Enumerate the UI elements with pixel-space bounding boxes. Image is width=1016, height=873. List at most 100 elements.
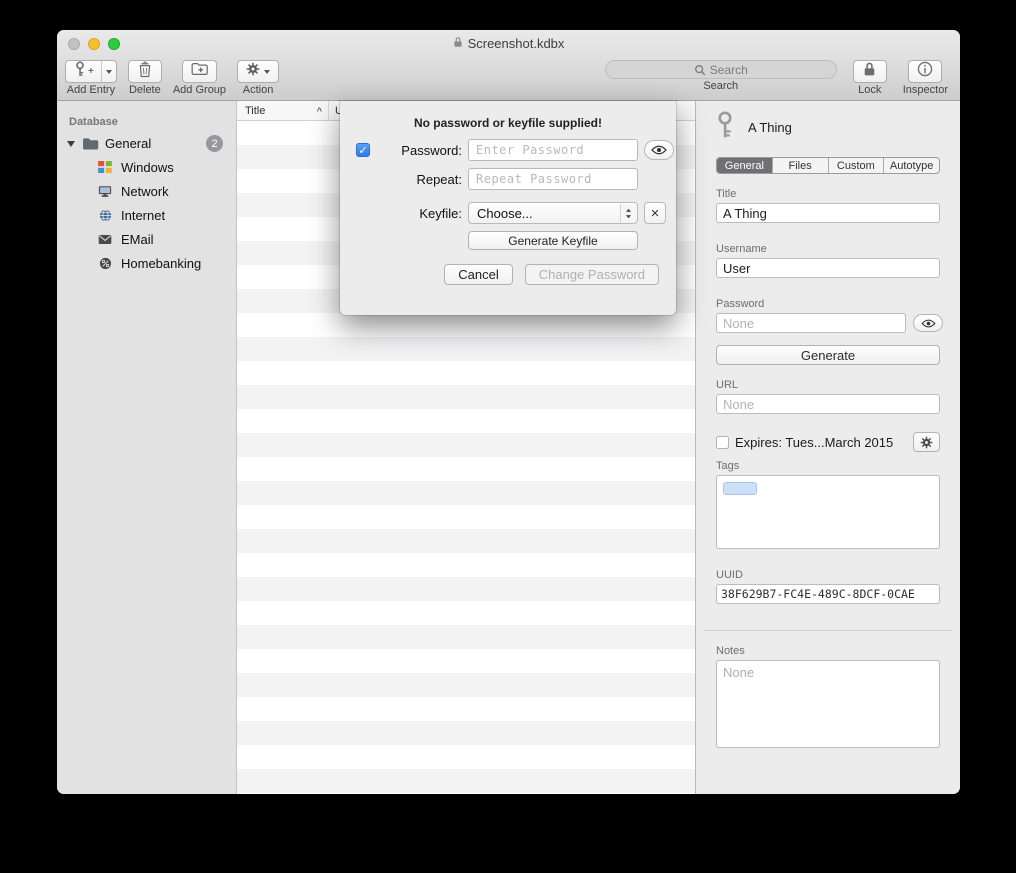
password-label: Password: xyxy=(380,143,462,158)
search-icon xyxy=(694,64,706,76)
toolbar: + Add Entry Delete Add Group xyxy=(57,57,960,101)
sidebar-item-email[interactable]: EMail xyxy=(57,227,236,251)
titlebar[interactable]: Screenshot.kdbx xyxy=(57,30,960,57)
zoom-button[interactable] xyxy=(108,38,120,50)
reveal-password-button[interactable] xyxy=(644,140,674,160)
sidebar-item-label: EMail xyxy=(121,232,154,247)
password-input[interactable] xyxy=(468,139,638,161)
column-label: Title xyxy=(245,105,265,117)
sidebar-item-network[interactable]: Network xyxy=(57,179,236,203)
action-button[interactable] xyxy=(237,60,279,83)
title-field[interactable] xyxy=(716,203,940,223)
monitor-icon xyxy=(97,185,113,198)
tab-custom[interactable]: Custom xyxy=(829,158,885,173)
action-label: Action xyxy=(243,84,274,96)
inspector-button[interactable] xyxy=(908,60,942,83)
envelope-icon xyxy=(97,234,113,245)
sidebar-item-label: Windows xyxy=(121,160,174,175)
delete-label: Delete xyxy=(129,84,161,96)
plus-icon: + xyxy=(88,67,94,77)
info-icon xyxy=(917,61,933,82)
window-title: Screenshot.kdbx xyxy=(468,36,565,51)
expires-row: Expires: Tues...March 2015 xyxy=(716,432,940,452)
cancel-button[interactable]: Cancel xyxy=(444,264,512,285)
tab-files[interactable]: Files xyxy=(773,158,829,173)
url-label: URL xyxy=(716,379,940,391)
toolbar-item-add-entry: + Add Entry xyxy=(65,60,117,96)
sidebar-item-label: Homebanking xyxy=(121,256,201,271)
generate-keyfile-button[interactable]: Generate Keyfile xyxy=(468,231,638,250)
keyfile-label: Keyfile: xyxy=(380,206,462,221)
inspector-divider xyxy=(704,630,952,631)
sidebar: Database General 2 Windows Network xyxy=(57,101,237,794)
minimize-button[interactable] xyxy=(88,38,100,50)
username-field[interactable] xyxy=(716,258,940,278)
url-field[interactable] xyxy=(716,394,940,414)
notes-field[interactable]: None xyxy=(716,660,940,748)
tab-general[interactable]: General xyxy=(717,158,773,173)
add-group-button[interactable] xyxy=(182,60,217,83)
generate-password-button[interactable]: Generate xyxy=(716,345,940,365)
username-label: Username xyxy=(716,243,940,255)
sidebar-item-windows[interactable]: Windows xyxy=(57,155,236,179)
toolbar-item-inspector: Inspector xyxy=(903,60,948,96)
padlock-icon xyxy=(863,61,876,82)
lock-button[interactable] xyxy=(853,60,887,83)
uuid-field[interactable]: 38F629B7-FC4E-489C-8DCF-0CAE xyxy=(716,584,940,604)
expires-label: Expires: Tues...March 2015 xyxy=(735,435,907,450)
disclosure-triangle-icon[interactable] xyxy=(67,141,75,147)
inspector-tabs: General Files Custom Autotype xyxy=(716,157,940,174)
keyfile-popup-value: Choose... xyxy=(477,206,533,221)
entry-count-badge: 2 xyxy=(206,135,223,152)
change-password-button[interactable]: Change Password xyxy=(525,264,659,285)
eye-icon xyxy=(651,145,667,155)
coin-percent-icon xyxy=(97,257,113,270)
sidebar-item-label: Internet xyxy=(121,208,165,223)
tags-field[interactable] xyxy=(716,475,940,549)
uuid-label: UUID xyxy=(716,569,940,581)
password-label: Password xyxy=(716,298,940,310)
document-lock-icon xyxy=(453,36,463,51)
entry-header: A Thing xyxy=(716,112,940,142)
sidebar-item-label: Network xyxy=(121,184,169,199)
sort-ascending-icon: ^ xyxy=(317,106,322,116)
add-group-label: Add Group xyxy=(173,84,226,96)
add-entry-dropdown[interactable] xyxy=(101,61,116,82)
search-label: Search xyxy=(703,80,738,92)
keyfile-popup[interactable]: Choose... xyxy=(468,202,638,224)
reveal-password-button[interactable] xyxy=(913,314,943,332)
windows-icon xyxy=(97,161,113,173)
add-entry-button[interactable]: + xyxy=(65,60,117,83)
sidebar-item-label: General xyxy=(105,136,151,151)
sidebar-item-internet[interactable]: Internet xyxy=(57,203,236,227)
tag-token[interactable] xyxy=(723,482,757,495)
search-input[interactable]: Search xyxy=(605,60,837,79)
delete-button[interactable] xyxy=(128,60,162,83)
password-field[interactable] xyxy=(716,313,906,333)
toolbar-item-lock: Lock xyxy=(853,60,887,96)
inspector-panel: A Thing General Files Custom Autotype Ti… xyxy=(695,101,960,794)
password-checkbox[interactable]: ✓ xyxy=(356,143,370,157)
window-title-group: Screenshot.kdbx xyxy=(453,36,565,51)
repeat-label: Repeat: xyxy=(380,172,462,187)
expires-settings-button[interactable] xyxy=(913,432,940,452)
traffic-lights xyxy=(68,30,120,57)
app-window: Screenshot.kdbx + Add Entry xyxy=(57,30,960,794)
tab-autotype[interactable]: Autotype xyxy=(884,158,939,173)
folder-icon xyxy=(82,137,99,150)
toolbar-item-action: Action xyxy=(237,60,279,96)
expires-checkbox[interactable] xyxy=(716,436,729,449)
column-header-title[interactable]: Title ^ xyxy=(237,101,329,120)
sheet-message: No password or keyfile supplied! xyxy=(340,101,676,130)
gear-icon xyxy=(920,436,933,449)
notes-label: Notes xyxy=(716,645,940,657)
close-button[interactable] xyxy=(68,38,80,50)
check-icon: ✓ xyxy=(358,144,367,157)
sidebar-item-homebanking[interactable]: Homebanking xyxy=(57,251,236,275)
repeat-input[interactable] xyxy=(468,168,638,190)
toolbar-item-add-group: Add Group xyxy=(173,60,226,96)
sidebar-item-general[interactable]: General 2 xyxy=(57,132,236,155)
tags-label: Tags xyxy=(716,460,940,472)
clear-keyfile-button[interactable]: × xyxy=(644,202,666,224)
lock-label: Lock xyxy=(858,84,881,96)
